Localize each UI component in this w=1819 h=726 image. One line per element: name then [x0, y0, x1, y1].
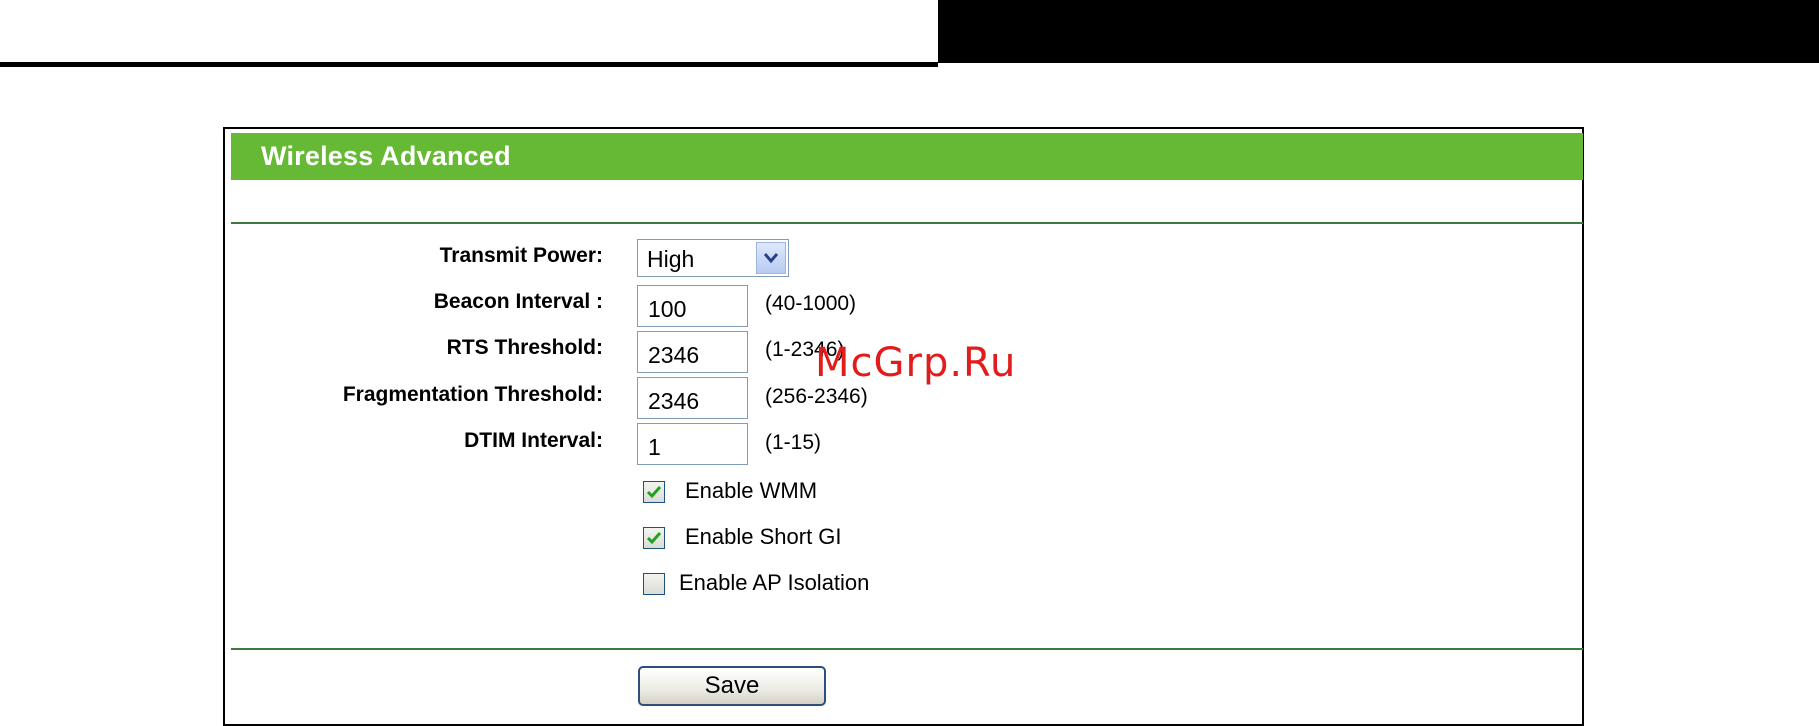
page-title: Wireless Advanced: [261, 141, 511, 171]
transmit-power-label: Transmit Power:: [439, 244, 603, 267]
enable-ap-isolation-checkbox[interactable]: [643, 573, 665, 595]
transmit-power-select[interactable]: High: [637, 239, 789, 277]
checkmark-icon: [646, 486, 662, 499]
enable-short-gi-label[interactable]: Enable Short GI: [685, 524, 842, 550]
rts-threshold-label: RTS Threshold:: [446, 336, 603, 359]
top-section-divider: [231, 222, 1583, 224]
bottom-section-divider: [231, 648, 1583, 650]
enable-short-gi-checkbox[interactable]: [643, 527, 665, 549]
top-black-banner: [938, 0, 1819, 63]
chevron-down-icon: [764, 253, 778, 264]
fragmentation-threshold-range: (256-2346): [765, 385, 868, 408]
watermark-text: McGrp.Ru: [815, 340, 1017, 386]
fragmentation-threshold-input[interactable]: [637, 377, 748, 419]
enable-wmm-label[interactable]: Enable WMM: [685, 478, 817, 504]
transmit-power-value: High: [647, 246, 695, 272]
beacon-interval-label: Beacon Interval :: [433, 290, 603, 313]
enable-ap-isolation-label[interactable]: Enable AP Isolation: [679, 570, 869, 596]
wireless-advanced-panel: Wireless Advanced Transmit Power: High B…: [223, 127, 1584, 726]
save-button[interactable]: Save: [638, 666, 826, 706]
checkmark-icon: [646, 532, 662, 545]
rts-threshold-input[interactable]: [637, 331, 748, 373]
enable-wmm-checkbox[interactable]: [643, 481, 665, 503]
fragmentation-threshold-label: Fragmentation Threshold:: [342, 383, 603, 406]
dropdown-button[interactable]: [756, 242, 786, 274]
dtim-interval-range: (1-15): [765, 431, 822, 454]
dtim-interval-label: DTIM Interval:: [464, 429, 603, 452]
top-divider: [0, 62, 938, 67]
dtim-interval-input[interactable]: [637, 423, 748, 465]
beacon-interval-input[interactable]: [637, 285, 748, 327]
panel-header: Wireless Advanced: [231, 133, 1583, 180]
beacon-interval-range: (40-1000): [765, 292, 857, 315]
